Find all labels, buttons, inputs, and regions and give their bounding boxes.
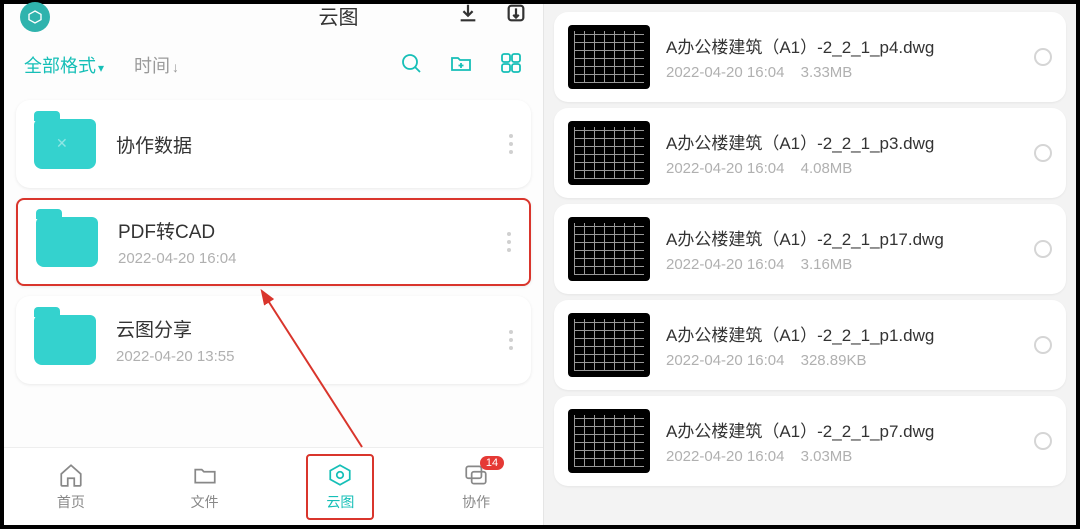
nav-cloud[interactable]: 云图 — [306, 454, 374, 520]
dwg-thumbnail — [568, 409, 650, 473]
select-radio[interactable] — [1034, 240, 1052, 258]
app-frame: 云图 全部格式▾ 时间↓ — [0, 0, 1080, 529]
folder-date: 2022-04-20 13:55 — [116, 348, 509, 365]
file-item[interactable]: A办公楼建筑（A1）-2_2_1_p4.dwg 2022-04-20 16:04… — [554, 12, 1066, 102]
folder-icon — [34, 315, 96, 365]
file-item[interactable]: A办公楼建筑（A1）-2_2_1_p7.dwg 2022-04-20 16:04… — [554, 396, 1066, 486]
file-item[interactable]: A办公楼建筑（A1）-2_2_1_p3.dwg 2022-04-20 16:04… — [554, 108, 1066, 198]
folder-list: 协作数据 PDF转CAD 2022-04-20 16:04 云图分享 2022-… — [4, 90, 543, 447]
folder-item-highlighted[interactable]: PDF转CAD 2022-04-20 16:04 — [16, 198, 531, 286]
time-sort[interactable]: 时间↓ — [134, 52, 179, 78]
file-name: A办公楼建筑（A1）-2_2_1_p3.dwg — [666, 129, 1024, 154]
nav-files[interactable]: 文件 — [173, 456, 237, 518]
left-pane: 云图 全部格式▾ 时间↓ — [4, 4, 544, 525]
dwg-thumbnail — [568, 313, 650, 377]
file-meta: 2022-04-20 16:04 4.08MB — [666, 160, 1024, 177]
nav-collab[interactable]: 协作 14 — [444, 456, 508, 518]
filter-bar: 全部格式▾ 时间↓ — [4, 40, 543, 90]
app-logo-icon — [20, 2, 50, 32]
nav-home[interactable]: 首页 — [39, 456, 103, 518]
folder-date: 2022-04-20 16:04 — [118, 250, 507, 267]
folder-item[interactable]: 协作数据 — [16, 100, 531, 188]
file-name: A办公楼建筑（A1）-2_2_1_p7.dwg — [666, 417, 1024, 442]
select-radio[interactable] — [1034, 144, 1052, 162]
folder-name: PDF转CAD — [118, 217, 507, 244]
new-folder-icon[interactable] — [449, 51, 473, 80]
folder-item[interactable]: 云图分享 2022-04-20 13:55 — [16, 296, 531, 384]
file-name: A办公楼建筑（A1）-2_2_1_p4.dwg — [666, 33, 1024, 58]
header-row: 云图 — [4, 4, 543, 40]
folder-name: 协作数据 — [116, 131, 509, 158]
more-icon[interactable] — [509, 134, 513, 154]
dwg-thumbnail — [568, 25, 650, 89]
file-meta: 2022-04-20 16:04 3.03MB — [666, 448, 1024, 465]
transfer-icon[interactable] — [505, 2, 527, 29]
folder-icon — [34, 119, 96, 169]
file-meta: 2022-04-20 16:04 328.89KB — [666, 352, 1024, 369]
dwg-thumbnail — [568, 121, 650, 185]
search-icon[interactable] — [399, 51, 423, 80]
select-radio[interactable] — [1034, 48, 1052, 66]
select-radio[interactable] — [1034, 336, 1052, 354]
bottom-nav: 首页 文件 云图 协作 14 — [4, 447, 543, 525]
folder-name: 云图分享 — [116, 315, 509, 342]
collab-badge: 14 — [480, 456, 504, 470]
folder-icon — [36, 217, 98, 267]
select-radio[interactable] — [1034, 432, 1052, 450]
file-name: A办公楼建筑（A1）-2_2_1_p17.dwg — [666, 225, 1024, 250]
right-pane: A办公楼建筑（A1）-2_2_1_p4.dwg 2022-04-20 16:04… — [544, 4, 1076, 525]
format-filter[interactable]: 全部格式▾ — [24, 52, 104, 78]
file-meta: 2022-04-20 16:04 3.16MB — [666, 256, 1024, 273]
more-icon[interactable] — [507, 232, 511, 252]
file-item[interactable]: A办公楼建筑（A1）-2_2_1_p17.dwg 2022-04-20 16:0… — [554, 204, 1066, 294]
download-icon[interactable] — [457, 2, 479, 29]
grid-view-icon[interactable] — [499, 51, 523, 80]
page-title: 云图 — [319, 1, 359, 30]
file-item[interactable]: A办公楼建筑（A1）-2_2_1_p1.dwg 2022-04-20 16:04… — [554, 300, 1066, 390]
file-name: A办公楼建筑（A1）-2_2_1_p1.dwg — [666, 321, 1024, 346]
file-meta: 2022-04-20 16:04 3.33MB — [666, 64, 1024, 81]
dwg-thumbnail — [568, 217, 650, 281]
more-icon[interactable] — [509, 330, 513, 350]
